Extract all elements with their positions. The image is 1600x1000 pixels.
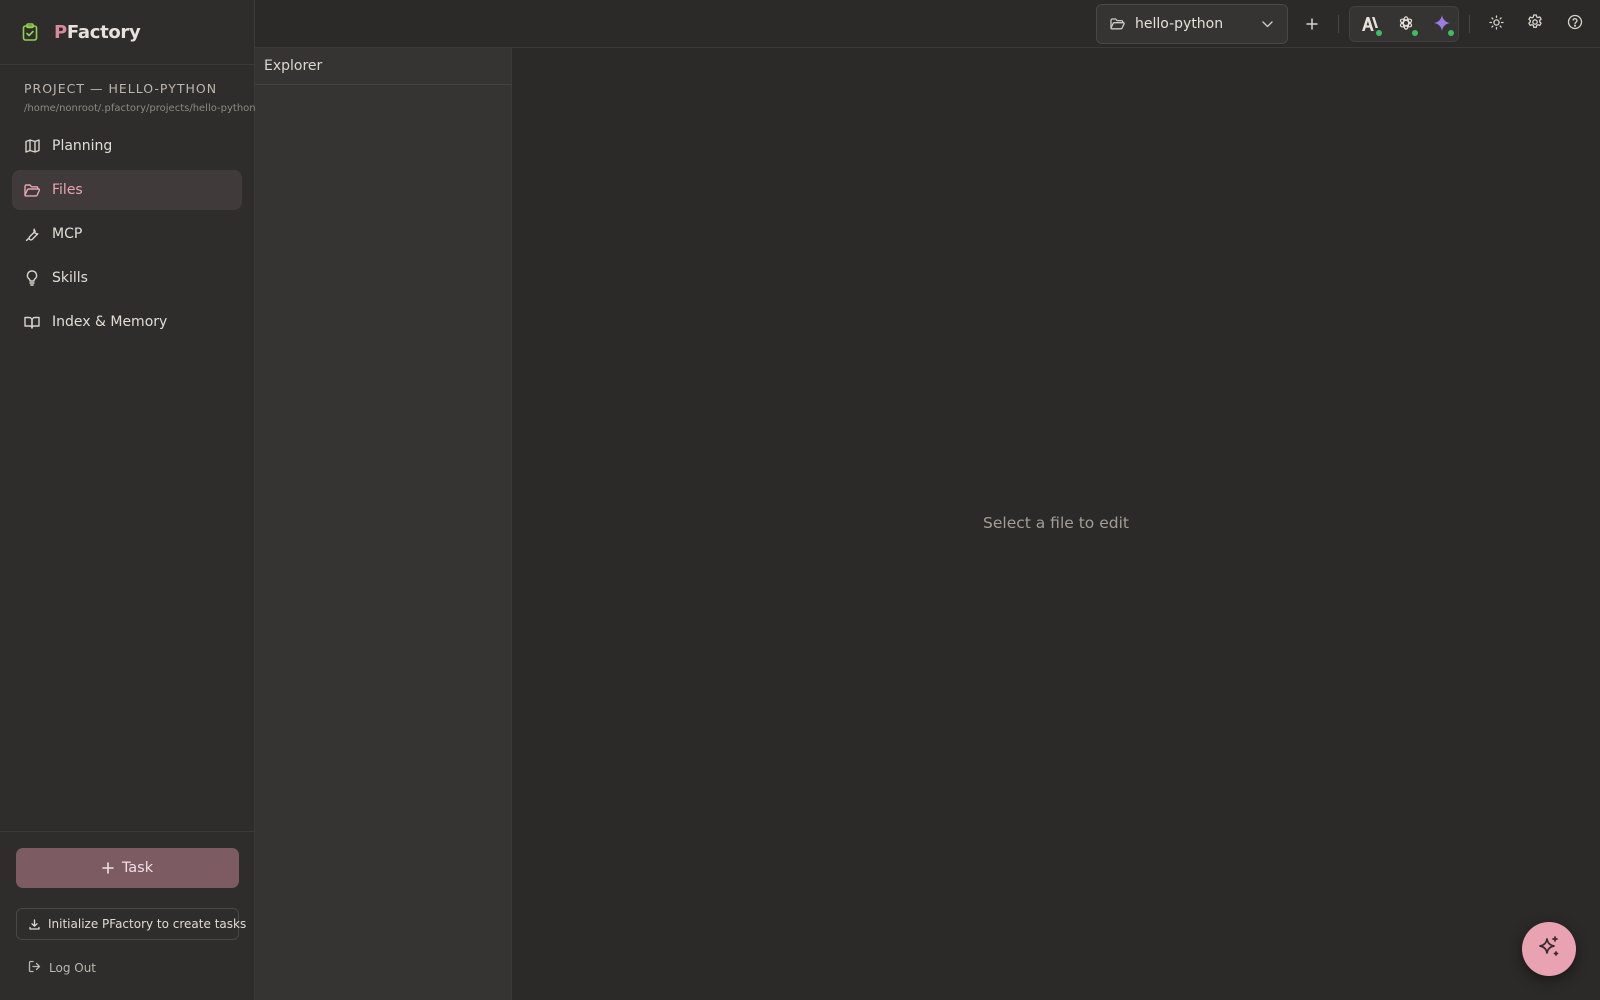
app-name-rest: Factory xyxy=(66,21,141,43)
add-project-button[interactable] xyxy=(1298,10,1326,38)
divider xyxy=(1469,15,1470,33)
status-dot xyxy=(1448,30,1454,36)
folder-icon xyxy=(1110,15,1125,34)
plus-icon xyxy=(102,859,114,878)
help-circle-icon xyxy=(1567,14,1583,34)
sidebar-item-label: Index & Memory xyxy=(52,314,168,330)
sidebar-nav: Planning Files MCP Skills Index & Memory xyxy=(0,126,254,342)
sun-icon xyxy=(1488,14,1504,34)
project-label: PROJECT — HELLO-PYTHON xyxy=(24,81,218,96)
book-open-icon xyxy=(24,314,40,330)
new-task-button[interactable]: Task xyxy=(16,848,239,888)
initialize-label: Initialize PFactory to create tasks xyxy=(48,917,247,931)
divider xyxy=(1338,15,1339,33)
lightbulb-icon xyxy=(24,270,40,286)
status-dot xyxy=(1376,30,1382,36)
app-root: PFactory PROJECT — HELLO-PYTHON /home/no… xyxy=(0,0,1600,1000)
logo[interactable]: PFactory xyxy=(0,0,254,65)
sidebar-item-label: Planning xyxy=(52,138,113,154)
logout-button[interactable]: Log Out xyxy=(28,958,108,977)
openai-provider-button[interactable] xyxy=(1392,11,1420,39)
help-button[interactable] xyxy=(1561,10,1589,38)
sidebar-item-label: Skills xyxy=(52,270,88,286)
logout-label: Log Out xyxy=(49,960,97,975)
new-task-label: Task xyxy=(121,860,154,876)
anthropic-provider-button[interactable] xyxy=(1356,11,1384,39)
download-icon xyxy=(29,915,40,934)
sidebar-footer: Task Initialize PFactory to create tasks… xyxy=(0,831,254,1000)
explorer-header: Explorer xyxy=(255,48,511,85)
app-name: PFactory xyxy=(54,21,141,43)
editor-empty-message: Select a file to edit xyxy=(983,514,1129,532)
chevron-down-icon xyxy=(1262,20,1273,28)
app-name-accent: P xyxy=(54,21,67,43)
sidebar-item-label: MCP xyxy=(52,226,83,242)
sidebar-item-planning[interactable]: Planning xyxy=(12,126,242,166)
status-dot xyxy=(1412,30,1418,36)
theme-toggle-button[interactable] xyxy=(1482,10,1510,38)
ai-assistant-button[interactable] xyxy=(1522,922,1576,976)
sidebar-item-mcp[interactable]: MCP xyxy=(12,214,242,254)
sidebar-item-label: Files xyxy=(52,182,83,198)
logout-icon xyxy=(28,958,41,977)
settings-button[interactable] xyxy=(1521,10,1549,38)
project-path: /home/nonroot/.pfactory/projects/hello-p… xyxy=(24,103,256,114)
project-header: PROJECT — HELLO-PYTHON /home/nonroot/.pf… xyxy=(0,65,256,114)
editor-pane: Select a file to edit xyxy=(512,48,1600,1000)
sidebar-item-skills[interactable]: Skills xyxy=(12,258,242,298)
sparkles-icon xyxy=(1537,935,1561,963)
explorer-title: Explorer xyxy=(264,58,323,74)
clipboard-check-icon xyxy=(20,22,40,42)
plus-icon xyxy=(1306,15,1318,34)
sidebar-item-index-memory[interactable]: Index & Memory xyxy=(12,302,242,342)
provider-status-group xyxy=(1349,6,1459,42)
topbar: hello-python xyxy=(255,0,1600,48)
project-selector-value: hello-python xyxy=(1135,16,1224,32)
sidebar: PFactory PROJECT — HELLO-PYTHON /home/no… xyxy=(0,0,256,1000)
map-icon xyxy=(24,138,40,154)
project-selector[interactable]: hello-python xyxy=(1096,4,1288,44)
file-explorer: Explorer xyxy=(255,48,512,1000)
folder-open-icon xyxy=(24,182,40,198)
initialize-button[interactable]: Initialize PFactory to create tasks xyxy=(16,908,246,940)
gemini-provider-button[interactable] xyxy=(1428,11,1456,39)
sidebar-item-files[interactable]: Files xyxy=(12,170,242,210)
gear-icon xyxy=(1527,14,1543,34)
wrench-icon xyxy=(24,226,40,242)
